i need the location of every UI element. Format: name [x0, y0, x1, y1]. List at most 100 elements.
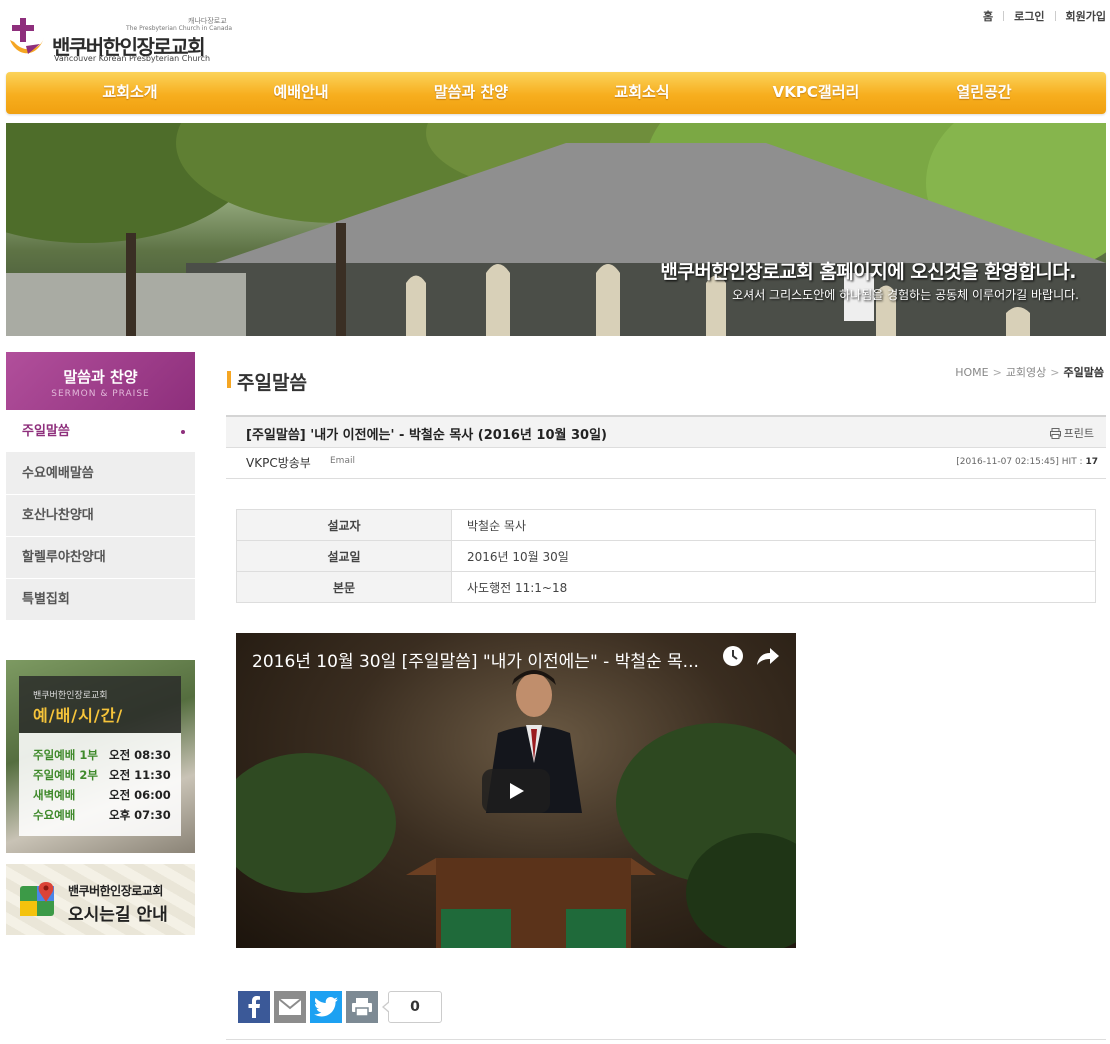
- worship-time-row: 주일예배 2부 오전 11:30: [33, 767, 171, 783]
- divider: [1003, 11, 1005, 21]
- video-title[interactable]: 2016년 10월 30일 [주일말씀] "내가 이전에는" - 박철순 목..…: [252, 647, 699, 672]
- map-pin-icon: [20, 882, 54, 916]
- table-value: 박철순 목사: [451, 509, 1096, 541]
- main-banner: 밴쿠버한인장로교회 홈페이지에 오신것을 환영합니다. 오셔서 그리스도안에 하…: [6, 123, 1106, 336]
- worship-time-row: 주일예배 1부 오전 08:30: [33, 747, 171, 763]
- play-button[interactable]: [482, 769, 550, 813]
- divider: [226, 1039, 1106, 1040]
- login-link[interactable]: 로그인: [1014, 8, 1044, 24]
- banner-welcome-subtitle: 오셔서 그리스도안에 하나됨을 경험하는 공동체 이루어가길 바랍니다.: [732, 288, 1079, 302]
- email-link[interactable]: Email: [330, 456, 355, 466]
- email-share-button[interactable]: [274, 991, 306, 1023]
- worship-times-header: 밴쿠버한인장로교회 예/배/시/간/: [19, 676, 181, 733]
- post-date: [2016-11-07 02:15:45]: [956, 457, 1059, 467]
- worship-time: 오전 08:30: [109, 748, 171, 762]
- twitter-icon: [314, 997, 338, 1017]
- worship-times-title: 예/배/시/간/: [33, 706, 124, 725]
- directions-label: 오시는길 안내: [68, 905, 168, 925]
- share-icon[interactable]: [756, 645, 780, 667]
- sidebar-item-hallelujah-choir[interactable]: 할렐루야찬양대: [6, 537, 195, 579]
- play-icon: [510, 783, 524, 799]
- post-header: [주일말씀] '내가 이전에는' - 박철순 목사 (2016년 10월 30일…: [226, 415, 1106, 448]
- sermon-info-table: 설교자 박철순 목사 설교일 2016년 10월 30일 본문 사도행전 11:…: [236, 509, 1096, 603]
- printer-icon: [352, 998, 372, 1017]
- sidebar-item-special-meeting[interactable]: 특별집회: [6, 579, 195, 621]
- breadcrumb-home[interactable]: HOME: [955, 366, 988, 379]
- sidebar-item-label: 수요예배말씀: [22, 466, 94, 481]
- video-player[interactable]: 2016년 10월 30일 [주일말씀] "내가 이전에는" - 박철순 목..…: [236, 633, 796, 948]
- banner-welcome-title: 밴쿠버한인장로교회 홈페이지에 오신것을 환영합니다.: [660, 261, 1076, 283]
- church-building-image: [6, 123, 1106, 336]
- cross-logo-icon: [10, 18, 44, 54]
- worship-times-box[interactable]: 밴쿠버한인장로교회 예/배/시/간/ 주일예배 1부 오전 08:30 주일예배 …: [6, 660, 195, 853]
- worship-name: 새벽예배: [33, 788, 76, 802]
- chevron-right-icon: >: [992, 366, 1002, 379]
- nav-item-open-space[interactable]: 열린공간: [956, 72, 1011, 114]
- active-dot-icon: [181, 430, 185, 434]
- twitter-share-button[interactable]: [310, 991, 342, 1023]
- page-title: 주일말씀: [227, 368, 307, 395]
- post-title: [주일말씀] '내가 이전에는' - 박철순 목사 (2016년 10월 30일…: [246, 428, 607, 443]
- post-writer: VKPC방송부: [246, 456, 311, 470]
- logo-church-name-english: Vancouver Korean Presbyterian Church: [54, 54, 211, 63]
- table-key: 설교자: [236, 509, 452, 541]
- worship-time: 오전 11:30: [109, 768, 171, 782]
- home-link[interactable]: 홈: [983, 8, 993, 24]
- nav-item-sermon[interactable]: 말씀과 찬양: [434, 72, 508, 114]
- worship-time: 오후 07:30: [109, 808, 171, 822]
- worship-time-row: 수요예배 오후 07:30: [33, 807, 171, 823]
- watch-later-icon[interactable]: [722, 645, 744, 667]
- nav-item-worship[interactable]: 예배안내: [273, 72, 328, 114]
- breadcrumb-current: 주일말씀: [1063, 366, 1104, 379]
- church-logo[interactable]: 캐나다장로교 The Presbyterian Church in Canada…: [6, 14, 232, 66]
- facebook-icon: [248, 996, 260, 1018]
- table-row: 설교자 박철순 목사: [236, 509, 1096, 541]
- nav-item-gallery[interactable]: VKPC갤러리: [773, 72, 860, 114]
- print-label: 프린트: [1063, 427, 1094, 440]
- worship-time: 오전 06:00: [109, 788, 171, 802]
- table-row: 설교일 2016년 10월 30일: [236, 540, 1096, 572]
- chevron-right-icon: >: [1050, 366, 1060, 379]
- table-value: 사도행전 11:1~18: [451, 571, 1096, 603]
- sidebar-item-sunday-sermon[interactable]: 주일말씀: [6, 411, 195, 453]
- worship-time-row: 새벽예배 오전 06:00: [33, 787, 171, 803]
- print-button[interactable]: 프린트: [1049, 425, 1094, 441]
- utility-links: 홈 로그인 회원가입: [983, 8, 1106, 24]
- main-navigation: 교회소개 예배안내 말씀과 찬양 교회소식 VKPC갤러리 열린공간: [6, 72, 1106, 114]
- table-row: 본문 사도행전 11:1~18: [236, 571, 1096, 603]
- sidebar-heading-korean: 말씀과 찬양: [63, 368, 138, 386]
- facebook-share-button[interactable]: [238, 991, 270, 1023]
- sidebar-menu: 주일말씀 수요예배말씀 호산나찬양대 할렐루야찬양대 특별집회: [6, 411, 195, 621]
- print-share-button[interactable]: [346, 991, 378, 1023]
- hit-label: HIT :: [1061, 457, 1083, 467]
- table-value: 2016년 10월 30일: [451, 540, 1096, 572]
- directions-box[interactable]: 밴쿠버한인장로교회 오시는길 안내: [6, 864, 195, 935]
- nav-item-news[interactable]: 교회소식: [614, 72, 669, 114]
- worship-times-church: 밴쿠버한인장로교회: [33, 691, 108, 701]
- table-key: 설교일: [236, 540, 452, 572]
- breadcrumb: HOME > 교회영상 > 주일말씀: [955, 364, 1104, 380]
- print-icon: [1049, 428, 1061, 439]
- sidebar-item-label: 주일말씀: [22, 424, 70, 439]
- hit-count: 17: [1085, 457, 1098, 467]
- sidebar-item-label: 호산나찬양대: [22, 508, 94, 523]
- post-date-hit: [2016-11-07 02:15:45] HIT : 17: [956, 457, 1098, 467]
- worship-name: 주일예배 2부: [33, 768, 98, 782]
- worship-name: 주일예배 1부: [33, 748, 98, 762]
- signup-link[interactable]: 회원가입: [1066, 8, 1106, 24]
- nav-item-about[interactable]: 교회소개: [102, 72, 157, 114]
- sidebar-item-label: 특별집회: [22, 592, 70, 607]
- sidebar-heading: 말씀과 찬양 SERMON & PRAISE: [6, 352, 195, 410]
- divider: [1054, 11, 1056, 21]
- post-meta: VKPC방송부 Email [2016-11-07 02:15:45] HIT …: [226, 448, 1106, 479]
- sidebar-item-wednesday-sermon[interactable]: 수요예배말씀: [6, 453, 195, 495]
- worship-times-list: 주일예배 1부 오전 08:30 주일예배 2부 오전 11:30 새벽예배 오전 0…: [19, 733, 181, 836]
- sidebar-item-hosanna-choir[interactable]: 호산나찬양대: [6, 495, 195, 537]
- share-count: 0: [382, 991, 442, 1023]
- share-bar: 0: [238, 991, 442, 1023]
- sidebar-item-label: 할렐루야찬양대: [22, 550, 106, 565]
- mail-icon: [278, 998, 302, 1015]
- breadcrumb-category[interactable]: 교회영상: [1006, 366, 1046, 379]
- directions-church-name: 밴쿠버한인장로교회: [68, 884, 163, 898]
- table-key: 본문: [236, 571, 452, 603]
